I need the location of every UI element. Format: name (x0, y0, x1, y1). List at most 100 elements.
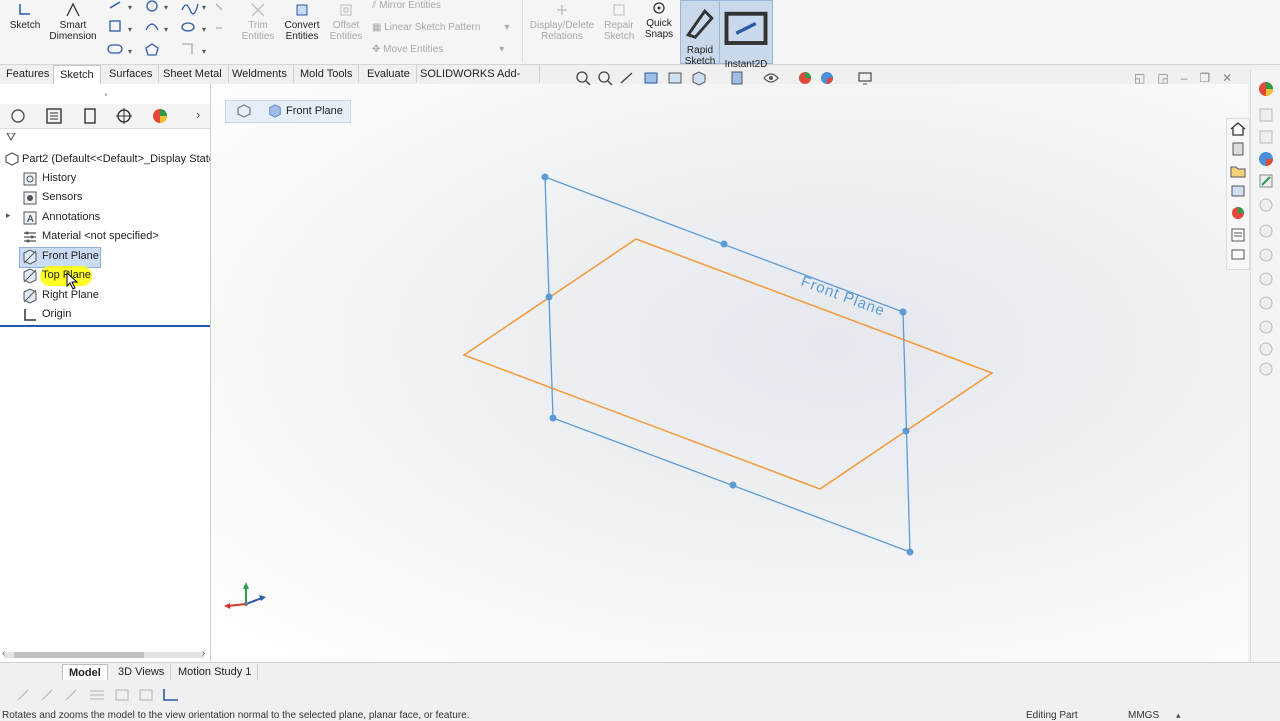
hide-show-items-icon[interactable] (762, 70, 780, 86)
trim-icon (251, 3, 265, 17)
view-palette-icon[interactable] (1229, 183, 1247, 199)
chevron-right-icon[interactable]: › (196, 107, 200, 122)
close-icon[interactable]: ✕ (1222, 71, 1244, 85)
material-icon (24, 231, 36, 243)
tile-icon[interactable]: ◲ (1157, 71, 1180, 85)
apply-scene-icon[interactable] (818, 70, 836, 86)
tab-motion-study[interactable]: Motion Study 1 (172, 664, 259, 680)
move-entities-button[interactable]: ✥ Move Entities ▾ (372, 44, 504, 55)
tree-item-annotations[interactable]: Annotations (42, 208, 100, 226)
horizontal-scrollbar[interactable] (4, 652, 204, 658)
custom-properties-icon[interactable] (1229, 227, 1247, 243)
rollback-bar[interactable] (0, 325, 210, 327)
tab-solidworks-addins[interactable]: SOLIDWORKS Add-Ins (414, 65, 540, 98)
task-icon[interactable] (1257, 270, 1275, 288)
plane-icon (23, 249, 37, 265)
zoom-to-fit-icon[interactable] (574, 70, 592, 86)
expand-arrow-icon[interactable]: ▸ (6, 210, 11, 221)
edit-appearance-icon[interactable] (796, 70, 814, 86)
snap-target-icon (653, 2, 665, 14)
minimize-icon[interactable]: – (1181, 71, 1200, 85)
quick-snaps-button[interactable]: Quick Snaps (640, 0, 678, 40)
tab-weldments[interactable]: Weldments (226, 65, 294, 83)
sketch-button[interactable]: Sketch (6, 2, 44, 31)
maximize-icon[interactable]: ❐ (1199, 71, 1222, 85)
tab-surfaces[interactable]: Surfaces (103, 65, 160, 83)
forum-icon[interactable] (1229, 247, 1247, 263)
scroll-thumb[interactable] (14, 652, 144, 658)
tree-item-material[interactable]: Material <not specified> (42, 227, 159, 245)
task-icon[interactable] (1257, 196, 1275, 214)
tree-item-front-plane[interactable]: Front Plane (42, 247, 99, 265)
feature-manager-icon[interactable] (4, 107, 32, 125)
window-controls: ◱◲–❐✕ (1134, 71, 1244, 85)
rapid-sketch-button[interactable]: Rapid Sketch (680, 0, 720, 67)
graphics-area[interactable] (211, 84, 1248, 662)
status-units[interactable]: MMGS (1128, 710, 1159, 721)
panel-grip-icon[interactable]: • (6, 90, 206, 100)
mirror-entities-button[interactable]: ⫽ Mirror Entities (372, 0, 441, 11)
property-manager-icon[interactable] (40, 107, 68, 125)
design-library-icon[interactable] (1229, 141, 1247, 157)
display-delete-relations-button[interactable]: Display/Delete Relations (526, 2, 598, 42)
appearance-icon[interactable] (1257, 80, 1275, 98)
zoom-to-area-icon[interactable] (596, 70, 614, 86)
tree-root-part[interactable]: Part2 (Default<<Default>_Display State (22, 150, 210, 168)
smart-dimension-button[interactable]: Smart Dimension (46, 2, 100, 42)
svg-text:▾: ▾ (202, 25, 206, 34)
instant2d-button[interactable]: Instant2D (719, 0, 773, 70)
tab-3d-views[interactable]: 3D Views (112, 664, 172, 680)
task-icon[interactable] (1257, 340, 1275, 358)
tab-mold-tools[interactable]: Mold Tools (294, 65, 360, 83)
task-icon[interactable] (1257, 106, 1275, 124)
task-icon[interactable] (1257, 246, 1275, 264)
trim-entities-button[interactable]: Trim Entities (238, 2, 278, 42)
task-pane (1250, 70, 1280, 670)
decals-icon[interactable] (1257, 172, 1275, 190)
task-icon[interactable] (1257, 360, 1275, 378)
tree-item-history[interactable]: History (42, 169, 76, 187)
appearances-icon[interactable] (1229, 205, 1247, 221)
tab-sheet-metal[interactable]: Sheet Metal (157, 65, 229, 83)
file-explorer-icon[interactable] (1229, 163, 1247, 179)
scroll-left-icon[interactable]: ‹ (2, 648, 5, 659)
display-manager-icon[interactable] (146, 107, 174, 125)
tree-item-origin[interactable]: Origin (42, 305, 71, 323)
task-icon[interactable] (1257, 318, 1275, 336)
linear-sketch-pattern-button[interactable]: ▦ Linear Sketch Pattern ▾ (372, 22, 509, 33)
restore-view-icon[interactable]: ◱ (1134, 71, 1157, 85)
dimxpert-icon[interactable] (110, 107, 138, 125)
scroll-right-icon[interactable]: › (202, 648, 205, 659)
section-view-icon[interactable] (642, 70, 660, 86)
tab-evaluate[interactable]: Evaluate (361, 65, 417, 83)
convert-entities-button[interactable]: Convert Entities (280, 2, 324, 42)
sketch-entity-tools-icon[interactable]: ▾ ▾ ▾ ▾ ▾ ▾ ▾ ▾ (106, 0, 226, 60)
previous-view-icon[interactable] (618, 70, 636, 86)
task-icon[interactable] (1257, 294, 1275, 312)
command-manager-ribbon: Sketch Smart Dimension ▾ ▾ ▾ ▾ ▾ ▾ ▾ ▾ T… (0, 0, 1280, 70)
filter-icon[interactable]: ⛛ (6, 130, 16, 145)
scene-icon[interactable] (1257, 150, 1275, 168)
configuration-manager-icon[interactable] (76, 107, 104, 125)
dynamic-annotation-icon[interactable] (666, 70, 684, 86)
task-icon[interactable] (1257, 222, 1275, 240)
tab-features[interactable]: Features (0, 65, 57, 83)
view-settings-icon[interactable] (856, 70, 874, 86)
ink-tools-icon[interactable] (14, 686, 184, 704)
offset-icon (340, 4, 352, 16)
task-icon[interactable] (1257, 128, 1275, 146)
offset-entities-button[interactable]: Offset Entities (326, 2, 366, 42)
linear-pattern-icon: ▦ (372, 22, 385, 33)
svg-text:▾: ▾ (128, 47, 132, 56)
repair-sketch-button[interactable]: Repair Sketch (600, 2, 638, 42)
tree-item-sensors[interactable]: Sensors (42, 188, 82, 206)
tab-sketch[interactable]: Sketch (53, 65, 101, 84)
units-dropdown-icon[interactable]: ▴ (1176, 710, 1181, 721)
breadcrumb[interactable]: Front Plane (225, 100, 351, 123)
display-style-icon[interactable] (728, 70, 746, 86)
plane-icon (23, 268, 37, 284)
part-icon (237, 104, 251, 118)
home-icon[interactable] (1229, 121, 1247, 137)
view-palette-strip (1226, 118, 1250, 270)
view-orientation-icon[interactable] (690, 70, 708, 86)
